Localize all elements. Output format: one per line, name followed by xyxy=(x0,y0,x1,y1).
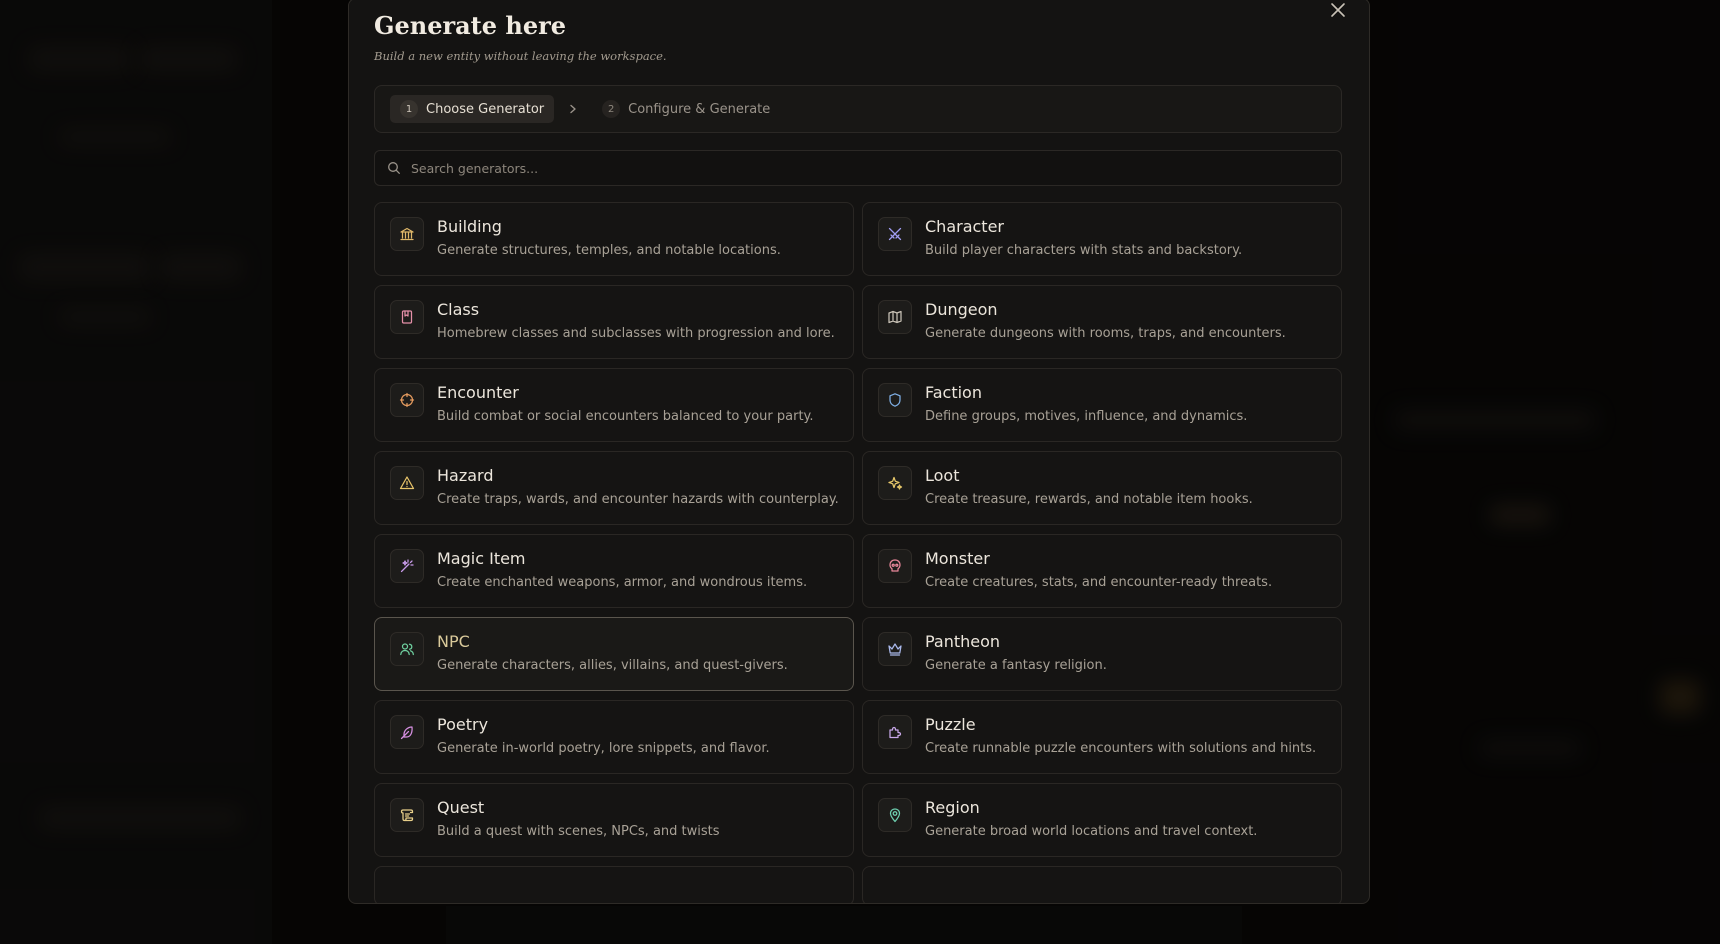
step-label: Choose Generator xyxy=(426,101,545,117)
generator-card-partial[interactable] xyxy=(862,866,1342,903)
step-choose-generator[interactable]: 1 Choose Generator xyxy=(390,95,555,123)
generator-card-class[interactable]: Class Homebrew classes and subclasses wit… xyxy=(374,285,854,359)
step-number: 1 xyxy=(400,100,418,118)
generator-card-building[interactable]: Building Generate structures, temples, an… xyxy=(374,202,854,276)
generator-title: Hazard xyxy=(437,466,494,485)
close-button[interactable] xyxy=(1327,0,1349,21)
modal-subtitle: Build a new entity without leaving the w… xyxy=(374,49,667,63)
crown-icon xyxy=(878,632,912,666)
generator-grid: Building Generate structures, temples, an… xyxy=(374,202,1342,903)
generator-description: Generate broad world locations and trave… xyxy=(925,824,1258,839)
scroll-icon xyxy=(390,798,424,832)
step-label: Configure & Generate xyxy=(628,101,771,117)
map-icon xyxy=(878,300,912,334)
puzzle-icon xyxy=(878,715,912,749)
generator-card-poetry[interactable]: Poetry Generate in-world poetry, lore sni… xyxy=(374,700,854,774)
generator-card-magic-item[interactable]: Magic Item Create enchanted weapons, armo… xyxy=(374,534,854,608)
search-bar xyxy=(374,150,1342,186)
close-icon xyxy=(1331,3,1345,17)
generator-card-pantheon[interactable]: Pantheon Generate a fantasy religion. xyxy=(862,617,1342,691)
generator-card-encounter[interactable]: Encounter Build combat or social encounte… xyxy=(374,368,854,442)
generator-title: Puzzle xyxy=(925,715,976,734)
generator-title: Dungeon xyxy=(925,300,998,319)
generator-card-npc[interactable]: NPC Generate characters, allies, villains… xyxy=(374,617,854,691)
generator-title: Loot xyxy=(925,466,960,485)
generator-description: Generate dungeons with rooms, traps, and… xyxy=(925,326,1286,341)
search-icon xyxy=(388,162,400,174)
generator-card-partial[interactable] xyxy=(374,866,854,903)
generator-description: Build player characters with stats and b… xyxy=(925,243,1243,258)
generator-card-loot[interactable]: Loot Create treasure, rewards, and notabl… xyxy=(862,451,1342,525)
generator-description: Generate structures, temples, and notabl… xyxy=(437,243,781,258)
chevron-right-icon xyxy=(568,104,578,114)
generator-description: Create treasure, rewards, and notable it… xyxy=(925,492,1253,507)
generator-title: Character xyxy=(925,217,1004,236)
generator-description: Create runnable puzzle encounters with s… xyxy=(925,741,1317,756)
generator-description: Generate a fantasy religion. xyxy=(925,658,1107,673)
generator-description: Generate in-world poetry, lore snippets,… xyxy=(437,741,770,756)
generator-card-faction[interactable]: Faction Define groups, motives, influence… xyxy=(862,368,1342,442)
skull-icon xyxy=(878,549,912,583)
generator-title: Encounter xyxy=(437,383,519,402)
generator-description: Build a quest with scenes, NPCs, and twi… xyxy=(437,824,720,839)
generator-title: Pantheon xyxy=(925,632,1001,651)
crosshair-icon xyxy=(390,383,424,417)
search-input[interactable] xyxy=(409,159,1341,177)
generator-title: Faction xyxy=(925,383,982,402)
users-icon xyxy=(390,632,424,666)
stepper: 1 Choose Generator 2 Configure & Generat… xyxy=(374,85,1342,133)
generator-description: Create enchanted weapons, armor, and won… xyxy=(437,575,808,590)
generator-title: Quest xyxy=(437,798,485,817)
generator-description: Generate characters, allies, villains, a… xyxy=(437,658,788,673)
modal-title: Generate here xyxy=(374,11,567,40)
generator-title: NPC xyxy=(437,632,470,651)
generator-card-puzzle[interactable]: Puzzle Create runnable puzzle encounters … xyxy=(862,700,1342,774)
generator-title: Monster xyxy=(925,549,990,568)
generator-title: Class xyxy=(437,300,480,319)
sparkles-icon xyxy=(878,466,912,500)
generator-description: Create traps, wards, and encounter hazar… xyxy=(437,492,839,507)
swords-icon xyxy=(878,217,912,251)
step-configure-generate[interactable]: 2 Configure & Generate xyxy=(592,95,780,123)
step-number: 2 xyxy=(602,100,621,118)
generator-card-character[interactable]: Character Build player characters with st… xyxy=(862,202,1342,276)
generate-modal: Generate here Build a new entity without… xyxy=(348,0,1370,904)
generator-description: Homebrew classes and subclasses with pro… xyxy=(437,326,835,341)
generator-card-region[interactable]: Region Generate broad world locations and… xyxy=(862,783,1342,857)
map-pin-icon xyxy=(878,798,912,832)
feather-icon xyxy=(390,715,424,749)
generator-card-monster[interactable]: Monster Create creatures, stats, and enco… xyxy=(862,534,1342,608)
warning-icon xyxy=(390,466,424,500)
shield-icon xyxy=(878,383,912,417)
building-icon xyxy=(390,217,424,251)
generator-card-quest[interactable]: Quest Build a quest with scenes, NPCs, an… xyxy=(374,783,854,857)
generator-description: Build combat or social encounters balanc… xyxy=(437,409,814,424)
generator-title: Building xyxy=(437,217,502,236)
generator-card-dungeon[interactable]: Dungeon Generate dungeons with rooms, tra… xyxy=(862,285,1342,359)
generator-card-hazard[interactable]: Hazard Create traps, wards, and encounter… xyxy=(374,451,854,525)
book-icon xyxy=(390,300,424,334)
generator-description: Define groups, motives, influence, and d… xyxy=(925,409,1248,424)
generator-title: Poetry xyxy=(437,715,489,734)
wand-icon xyxy=(390,549,424,583)
generator-title: Magic Item xyxy=(437,549,526,568)
generator-title: Region xyxy=(925,798,980,817)
generator-description: Create creatures, stats, and encounter-r… xyxy=(925,575,1273,590)
